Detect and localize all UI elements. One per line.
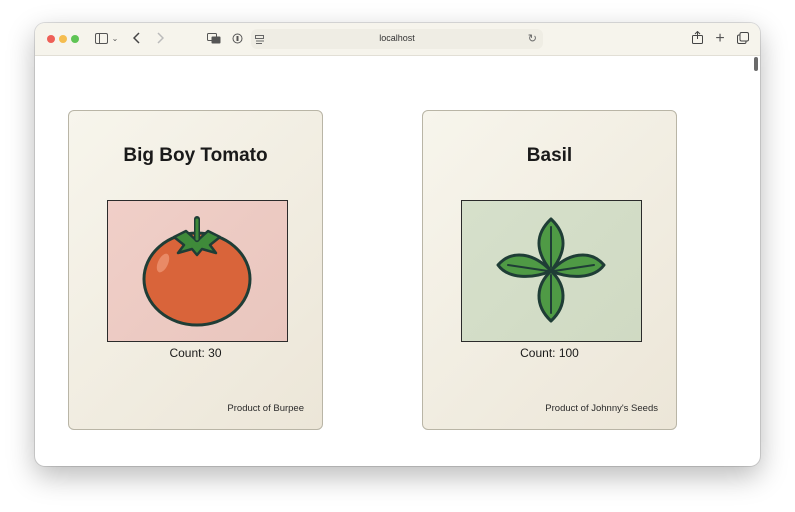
privacy-icon[interactable] xyxy=(231,31,243,47)
product-title: Basil xyxy=(526,145,573,166)
browser-toolbar: ⌄ localhost ↻ + xyxy=(35,23,760,56)
product-card-tomato: Big Boy Tomato Count: 30 Product of Burp… xyxy=(68,110,323,430)
chevron-down-icon[interactable]: ⌄ xyxy=(111,31,119,47)
tab-overview-icon[interactable] xyxy=(206,31,222,47)
product-image xyxy=(107,200,288,342)
share-icon[interactable] xyxy=(690,30,704,47)
back-icon[interactable] xyxy=(131,31,143,47)
sidebar-icon[interactable] xyxy=(94,31,108,47)
url-text: localhost xyxy=(379,33,415,43)
forward-icon[interactable] xyxy=(154,31,166,47)
product-card-basil: Basil Count: 100 Product of Johnny's See… xyxy=(422,110,677,430)
scrollbar-thumb[interactable] xyxy=(754,57,758,71)
product-vendor: Product of Burpee xyxy=(227,403,304,414)
address-bar[interactable]: localhost ↻ xyxy=(251,29,543,49)
reload-icon[interactable]: ↻ xyxy=(528,32,537,45)
product-count: Count: 30 xyxy=(169,346,222,360)
close-window-button[interactable] xyxy=(47,35,55,43)
browser-window: ⌄ localhost ↻ + Big Boy Tomato Count: 30… xyxy=(35,23,760,466)
product-count: Count: 100 xyxy=(520,346,579,360)
new-tab-icon[interactable]: + xyxy=(713,31,727,47)
tomato-icon xyxy=(142,216,252,327)
minimize-window-button[interactable] xyxy=(59,35,67,43)
product-vendor: Product of Johnny's Seeds xyxy=(545,403,658,414)
zoom-window-button[interactable] xyxy=(71,35,79,43)
tabs-overview-icon[interactable] xyxy=(736,31,750,47)
basil-icon xyxy=(496,217,606,323)
product-title: Big Boy Tomato xyxy=(123,145,268,166)
product-image xyxy=(461,200,642,342)
